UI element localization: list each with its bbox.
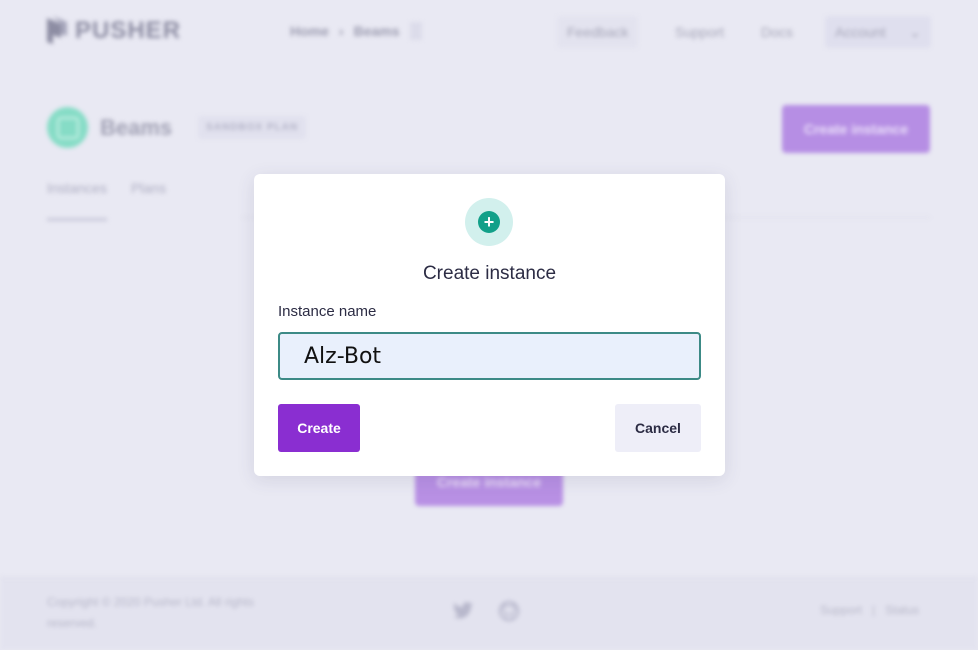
header-create-instance-button[interactable]: Create instance bbox=[782, 105, 930, 153]
pusher-logo[interactable]: PUSHER bbox=[47, 16, 181, 46]
tab-instances[interactable]: Instances bbox=[47, 180, 107, 221]
product-title: Beams bbox=[100, 114, 173, 140]
nav-support[interactable]: Support bbox=[675, 16, 724, 48]
github-icon[interactable] bbox=[498, 600, 520, 622]
brand-name: PUSHER bbox=[75, 17, 182, 44]
create-button[interactable]: Create bbox=[278, 404, 360, 452]
breadcrumb-current[interactable]: Beams bbox=[354, 23, 400, 39]
tab-plans[interactable]: Plans bbox=[131, 180, 166, 221]
instance-name-label: Instance name bbox=[278, 303, 377, 320]
modal-title: Create instance bbox=[422, 263, 557, 284]
footer-status-link[interactable]: Status bbox=[885, 603, 919, 617]
copyright-text: Copyright © 2020 Pusher Ltd. All rights … bbox=[47, 595, 254, 630]
breadcrumb-dropdown[interactable] bbox=[409, 22, 422, 40]
plus-icon: + bbox=[465, 198, 513, 246]
product-header: Beams SANDBOX PLAN bbox=[47, 107, 307, 148]
footer-divider: | bbox=[872, 603, 876, 617]
plan-badge: SANDBOX PLAN bbox=[198, 116, 307, 139]
nav-docs[interactable]: Docs bbox=[761, 16, 793, 48]
footer-support-link[interactable]: Support bbox=[820, 603, 862, 617]
tabs: Instances Plans bbox=[47, 180, 166, 221]
breadcrumb: Home › Beams bbox=[290, 22, 422, 40]
chevron-right-icon: › bbox=[338, 23, 344, 39]
pusher-logo-icon bbox=[47, 16, 67, 44]
chevron-down-icon: ⌄ bbox=[909, 23, 921, 40]
breadcrumb-home[interactable]: Home bbox=[290, 23, 329, 39]
account-menu[interactable]: Account ⌄ bbox=[825, 16, 931, 48]
footer-links: Support | Status bbox=[820, 603, 919, 617]
plus-icon-glyph: + bbox=[478, 211, 500, 233]
twitter-icon[interactable] bbox=[452, 600, 474, 622]
cancel-button[interactable]: Cancel bbox=[615, 404, 701, 452]
create-instance-modal: + Create instance Instance name Create C… bbox=[254, 174, 725, 476]
beams-icon bbox=[47, 107, 88, 148]
account-label: Account bbox=[835, 24, 886, 40]
top-navbar: PUSHER Home › Beams Feedback Support Doc… bbox=[0, 0, 978, 64]
instance-name-input[interactable] bbox=[278, 332, 701, 380]
social-links bbox=[452, 600, 520, 622]
footer: Copyright © 2020 Pusher Ltd. All rights … bbox=[0, 577, 978, 650]
nav-feedback[interactable]: Feedback bbox=[557, 16, 639, 48]
